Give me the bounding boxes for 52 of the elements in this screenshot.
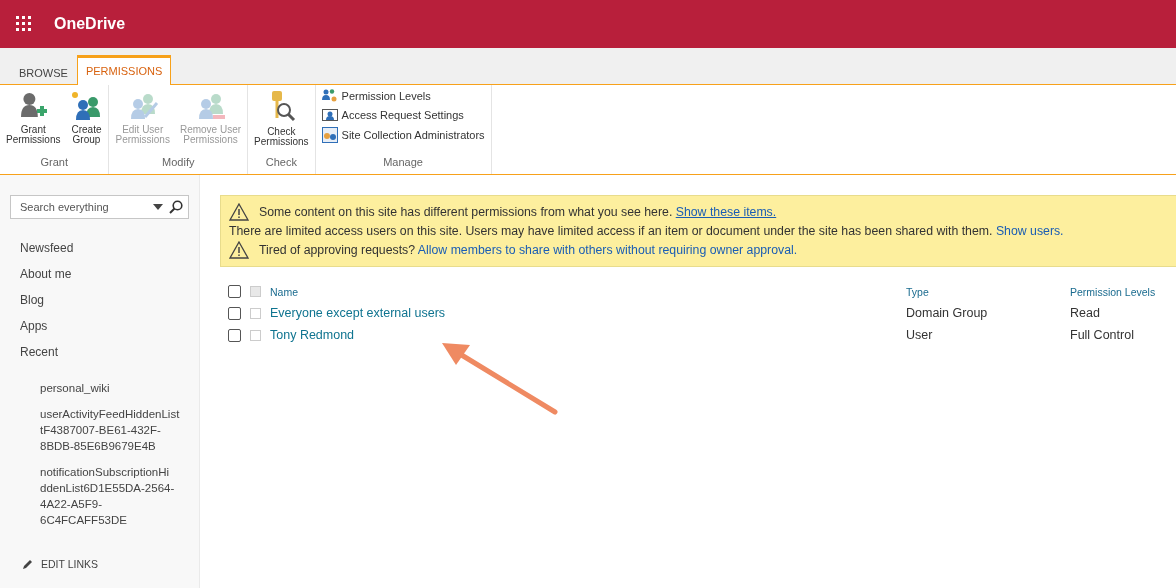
ribbon-group-label: Check	[264, 156, 298, 170]
column-header[interactable]: Type	[906, 285, 1070, 298]
row-checkbox[interactable]	[228, 306, 241, 320]
nav-link[interactable]: Blog	[20, 292, 189, 308]
warning-icon	[229, 203, 249, 221]
ribbon-button[interactable]: Site Collection Administrators	[319, 127, 487, 143]
column-header[interactable]: Name	[270, 285, 906, 298]
permission-cell-text: Read	[1070, 306, 1101, 320]
dropdown-icon[interactable]	[153, 204, 163, 210]
nav-link[interactable]: About me	[20, 266, 189, 282]
app-launcher-icon[interactable]	[16, 16, 32, 32]
nav-link[interactable]: Newsfeed	[20, 240, 189, 256]
permission-cell-text: Full Control	[1070, 328, 1135, 342]
ribbon-tab[interactable]: PERMISSIONS	[76, 55, 172, 85]
recent-item[interactable]: personal_wiki	[40, 380, 189, 396]
group-icon	[70, 91, 103, 121]
ribbon-group-label: Manage	[382, 156, 424, 170]
column-header[interactable]: Permission Levels	[1070, 285, 1176, 298]
type-cell-text: Domain Group	[906, 306, 989, 320]
header-checkbox[interactable]	[250, 286, 261, 297]
notice-link[interactable]: Show users.	[995, 224, 1064, 238]
search-field[interactable]: Search everything	[10, 195, 189, 219]
edit-links-link[interactable]: EDIT LINKS	[10, 558, 189, 570]
name-link[interactable]: Everyone except external users	[270, 306, 906, 320]
nav-link[interactable]: Recent	[20, 344, 189, 360]
ribbon-group-label: Grant	[39, 156, 69, 170]
row-checkbox[interactable]	[228, 328, 241, 342]
search-icon[interactable]	[169, 200, 183, 214]
recent-item[interactable]: notificationSubscriptionHi ddenList6D1E55DA-2564- 4A22-A5F9- 6C4FCAFF53DE	[40, 464, 189, 528]
name-link[interactable]: Tony Redmond	[270, 328, 906, 342]
ribbon-tab[interactable]: BROWSE	[10, 59, 77, 85]
pencil-icon	[22, 558, 33, 570]
ribbon-button[interactable]: Grant Permissions	[4, 91, 63, 156]
notice-link[interactable]: Show these items.	[675, 205, 777, 219]
nav-link[interactable]: Apps	[20, 318, 189, 334]
select-all-checkbox[interactable]	[228, 285, 241, 298]
settings-users-icon	[321, 107, 338, 123]
notice-text: Some content on this site has different permissions from what you see here. Show these items.	[259, 205, 777, 219]
type-cell-text: User	[906, 328, 934, 342]
ribbon-button[interactable]: Access Request Settings	[319, 107, 487, 123]
notice-text: There are limited access users on this site. Users may have limited access if an item or document under the site has been shared with them. Show users.	[229, 224, 1064, 238]
ribbon-button[interactable]: Check Permissions	[252, 91, 311, 156]
users-key-icon	[321, 89, 338, 103]
notice-text: Tired of approving requests? Allow members to share with others without requiring owner approval.	[259, 243, 798, 257]
app-name: OneDrive	[54, 15, 126, 33]
ribbon-button[interactable]: Create Group	[68, 91, 105, 156]
admin-users-icon	[321, 127, 338, 143]
ribbon-group-label: Modify	[161, 156, 196, 170]
warning-icon	[229, 241, 249, 259]
recent-item[interactable]: userActivityFeedHiddenList tF4387007-BE61-432F- 8BDB-85E6B9679E4B	[40, 406, 189, 454]
ribbon-button[interactable]: Permission Levels	[319, 89, 487, 103]
notice-link[interactable]: Allow members to share with others without requiring owner approval.	[417, 243, 798, 257]
